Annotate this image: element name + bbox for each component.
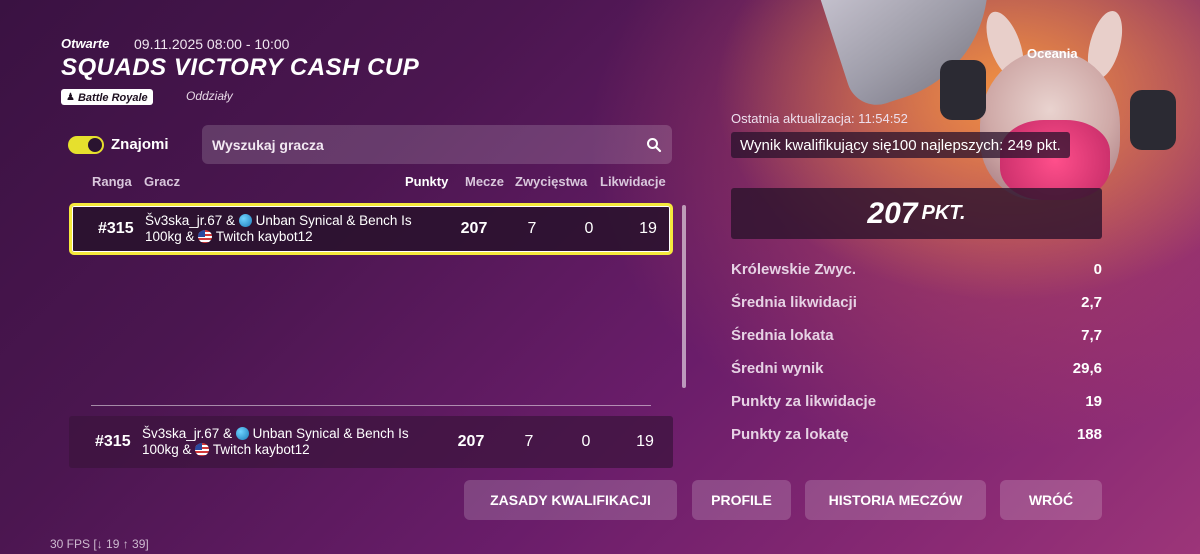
list-scrollbar[interactable] <box>682 205 686 388</box>
player-name: Unban Synical & Bench Is <box>252 426 409 441</box>
us-flag-icon <box>195 443 210 456</box>
divider <box>91 405 651 406</box>
column-header-kills[interactable]: Likwidacje <box>600 174 666 189</box>
row-wins: 0 <box>581 433 591 450</box>
column-header-player[interactable]: Gracz <box>144 174 180 189</box>
battle-royale-icon: ♟ <box>66 92 75 103</box>
row-wins: 0 <box>584 220 594 237</box>
column-header-points[interactable]: Punkty <box>405 174 448 189</box>
match-history-button[interactable]: HISTORIA MECZÓW <box>805 480 986 520</box>
region-label: Oceania <box>1027 46 1078 61</box>
row-points: 207 <box>460 220 488 237</box>
event-title: SQUADS VICTORY CASH CUP <box>61 54 420 81</box>
character-hand-art <box>1130 90 1176 150</box>
mode-label: Battle Royale <box>77 91 148 104</box>
row-rank: #315 <box>95 433 131 450</box>
column-header-matches[interactable]: Mecze <box>465 174 504 189</box>
search-input[interactable] <box>212 136 646 153</box>
search-box[interactable] <box>202 125 672 164</box>
stat-label: Średnia likwidacji <box>731 294 857 311</box>
stat-value: 2,7 <box>1081 294 1102 311</box>
row-matches: 7 <box>524 433 534 450</box>
stat-row: Królewskie Zwyc. 0 <box>731 261 1102 278</box>
stat-row: Punkty za likwidacje 19 <box>731 393 1102 410</box>
fps-counter: 30 FPS [↓ 19 ↑ 39] <box>50 537 149 551</box>
mode-badge: ♟ Battle Royale <box>61 89 153 105</box>
player-name: 100kg & <box>145 229 195 244</box>
mode-subtype: Oddziały <box>186 89 233 103</box>
toggle-knob <box>88 138 102 152</box>
event-date: 09.11.2025 08:00 - 10:00 <box>134 36 290 52</box>
leaderboard-row[interactable]: #315 Šv3ska_jr.67 & Unban Synical & Benc… <box>69 203 673 255</box>
score-unit: PKT. <box>921 202 966 224</box>
stat-label: Punkty za lokatę <box>731 426 849 443</box>
player-name: 100kg & <box>142 442 192 457</box>
stat-row: Średnia lokata 7,7 <box>731 327 1102 344</box>
player-name: Šv3ska_jr.67 & <box>145 213 236 228</box>
stat-row: Średni wynik 29,6 <box>731 360 1102 377</box>
own-team-row[interactable]: #315 Šv3ska_jr.67 & Unban Synical & Benc… <box>69 416 673 468</box>
stat-row: Średnia likwidacji 2,7 <box>731 294 1102 311</box>
stat-label: Średni wynik <box>731 360 824 377</box>
character-hand-art <box>940 60 986 120</box>
stat-row: Punkty za lokatę 188 <box>731 426 1102 443</box>
search-icon[interactable] <box>646 137 662 153</box>
last-updated: Ostatnia aktualizacja: 11:54:52 <box>731 111 908 126</box>
stat-label: Punkty za likwidacje <box>731 393 877 410</box>
qualifying-score: Wynik kwalifikujący się100 najlepszych: … <box>731 132 1070 158</box>
profile-button[interactable]: PROFILE <box>692 480 791 520</box>
us-flag-icon <box>198 230 213 243</box>
column-header-wins[interactable]: Zwycięstwa <box>515 174 587 189</box>
stat-value: 7,7 <box>1081 327 1102 344</box>
total-score-box: 207 PKT. <box>731 188 1102 239</box>
event-status: Otwarte <box>61 36 110 51</box>
player-name: Šv3ska_jr.67 & <box>142 426 233 441</box>
back-button[interactable]: WRÓĆ <box>1000 480 1102 520</box>
column-header-rank[interactable]: Ranga <box>92 174 132 189</box>
player-name: Twitch kaybot12 <box>215 229 313 244</box>
stat-value: 29,6 <box>1072 360 1102 377</box>
row-rank: #315 <box>98 220 134 237</box>
friends-toggle-label: Znajomi <box>111 136 169 153</box>
friends-toggle[interactable] <box>68 136 104 154</box>
stat-value: 0 <box>1093 261 1102 278</box>
stat-label: Królewskie Zwyc. <box>731 261 857 278</box>
row-kills: 19 <box>636 433 654 450</box>
total-score: 207 <box>867 196 918 230</box>
row-team-names: Šv3ska_jr.67 & Unban Synical & Bench Is … <box>142 426 442 458</box>
qualification-rules-button[interactable]: ZASADY KWALIFIKACJI <box>464 480 677 520</box>
stat-label: Średnia lokata <box>731 327 834 344</box>
hero-artwork <box>810 0 1200 200</box>
player-name: Twitch kaybot12 <box>212 442 310 457</box>
row-kills: 19 <box>639 220 657 237</box>
row-points: 207 <box>457 433 485 450</box>
stat-value: 188 <box>1076 426 1102 443</box>
stat-value: 19 <box>1085 393 1102 410</box>
player-name: Unban Synical & Bench Is <box>255 213 412 228</box>
row-team-names: Šv3ska_jr.67 & Unban Synical & Bench Is … <box>145 213 445 245</box>
globe-icon <box>235 427 249 440</box>
row-matches: 7 <box>527 220 537 237</box>
globe-icon <box>238 214 252 227</box>
